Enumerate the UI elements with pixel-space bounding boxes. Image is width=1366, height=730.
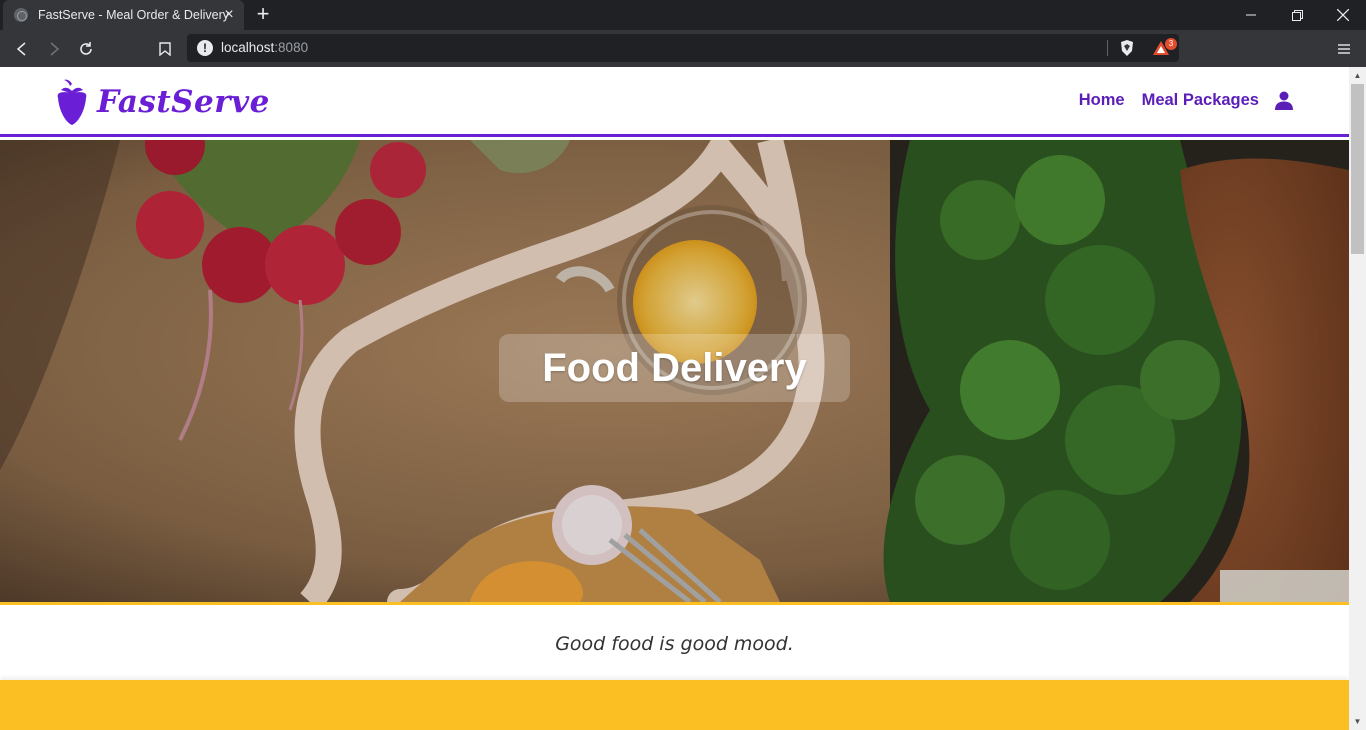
nav-meal-packages-link[interactable]: Meal Packages — [1142, 91, 1259, 110]
minimize-button[interactable] — [1228, 0, 1274, 30]
browser-tab[interactable]: FastServe - Meal Order & Delivery × — [3, 0, 244, 30]
tagline: Good food is good mood. — [555, 633, 794, 655]
nav-home-link[interactable]: Home — [1079, 91, 1125, 110]
scroll-down-arrow-icon[interactable]: ▼ — [1349, 713, 1366, 730]
close-tab-icon[interactable]: × — [222, 7, 236, 23]
bookmark-icon — [159, 42, 171, 56]
url-host: localhost — [221, 40, 275, 55]
nav-links: Home Meal Packages — [1062, 91, 1293, 110]
new-tab-button[interactable]: + — [253, 3, 273, 26]
user-icon[interactable] — [1275, 91, 1293, 110]
reload-icon — [80, 42, 92, 55]
forward-button[interactable] — [43, 38, 65, 60]
brave-shields-icon[interactable] — [1119, 39, 1135, 57]
url-port: :8080 — [274, 40, 309, 55]
address-bar[interactable]: ! localhost:8080 3 — [187, 34, 1179, 62]
scroll-thumb[interactable] — [1351, 84, 1364, 254]
minimize-icon — [1246, 14, 1256, 16]
menu-button[interactable] — [1333, 38, 1355, 60]
hero-title: Food Delivery — [542, 345, 807, 390]
page-scrollbar[interactable]: ▲ ▼ — [1349, 67, 1366, 730]
back-icon — [16, 42, 26, 56]
scroll-up-arrow-icon[interactable]: ▲ — [1349, 67, 1366, 84]
hero-banner: Food Delivery — [0, 140, 1349, 602]
hero-caption: Food Delivery — [499, 334, 850, 402]
page-content: FastServe Home Meal Packages Food Delive… — [0, 67, 1349, 730]
hamburger-icon — [1338, 44, 1350, 54]
tab-title: FastServe - Meal Order & Delivery — [38, 8, 230, 22]
bookmark-button[interactable] — [154, 38, 176, 60]
info-icon[interactable]: ! — [197, 40, 213, 56]
reload-button[interactable] — [75, 38, 97, 60]
brand-name: FastServe — [97, 84, 270, 120]
globe-icon — [14, 8, 28, 22]
site-navbar: FastServe Home Meal Packages — [0, 67, 1349, 137]
url-divider — [1107, 40, 1108, 56]
restore-button[interactable] — [1274, 0, 1320, 30]
close-window-button[interactable] — [1320, 0, 1366, 30]
strawberry-icon — [57, 79, 87, 125]
page-viewport: FastServe Home Meal Packages Food Delive… — [0, 67, 1366, 730]
site-logo[interactable]: FastServe — [53, 77, 270, 127]
hero-bottom-border — [0, 602, 1349, 605]
rewards-badge: 3 — [1165, 38, 1177, 50]
back-button[interactable] — [11, 38, 33, 60]
close-icon — [1337, 9, 1349, 21]
restore-icon — [1291, 9, 1303, 21]
forward-icon — [50, 42, 60, 56]
url-text[interactable]: localhost:8080 — [221, 40, 308, 55]
yellow-section — [0, 680, 1349, 730]
browser-tabbar: FastServe - Meal Order & Delivery × + — [0, 0, 1366, 30]
